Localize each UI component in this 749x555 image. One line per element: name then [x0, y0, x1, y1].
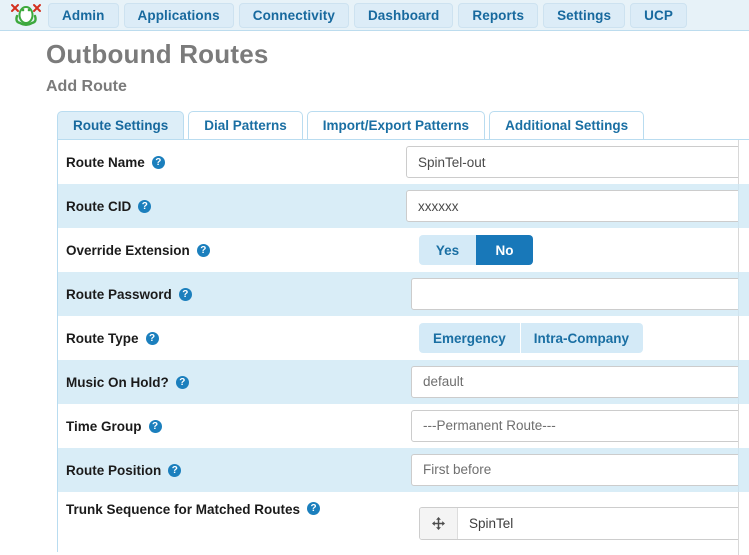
route-type-label-text: Route Type — [66, 330, 139, 346]
freepbx-frog-logo[interactable] — [4, 1, 48, 30]
label-route-name: Route Name ? — [64, 155, 406, 170]
route-type-toggle: Emergency Intra-Company — [419, 323, 644, 354]
override-extension-yes[interactable]: Yes — [419, 235, 476, 266]
label-route-password: Route Password ? — [64, 287, 406, 302]
page-title: Outbound Routes — [46, 39, 269, 69]
label-route-cid: Route CID ? — [64, 199, 406, 214]
form-row-route-password: Route Password ? — [58, 272, 749, 317]
music-on-hold-label-text: Music On Hold? — [66, 374, 169, 390]
navbar-items: Admin Applications Connectivity Dashboar… — [48, 2, 687, 28]
nav-item-ucp[interactable]: UCP — [630, 2, 687, 28]
route-name-label-text: Route Name — [66, 154, 145, 170]
route-settings-form: Route Name ? Route CID ? Override Extens… — [57, 139, 749, 553]
form-row-override-extension: Override Extension ? Yes No — [58, 228, 749, 272]
form-row-route-type: Route Type ? Emergency Intra-Company — [58, 316, 749, 360]
route-password-label-text: Route Password — [66, 286, 172, 302]
form-row-music-on-hold: Music On Hold? ? default — [58, 360, 749, 405]
nav-item-settings[interactable]: Settings — [543, 2, 626, 28]
help-icon[interactable]: ? — [178, 287, 192, 301]
route-position-select[interactable]: First before — [411, 454, 749, 487]
top-navbar: Admin Applications Connectivity Dashboar… — [0, 0, 749, 31]
nav-item-applications[interactable]: Applications — [123, 2, 234, 28]
help-icon[interactable]: ? — [148, 419, 162, 433]
time-group-select[interactable]: ---Permanent Route--- — [411, 410, 749, 443]
route-type-emergency[interactable]: Emergency — [419, 323, 520, 354]
label-route-position: Route Position ? — [64, 463, 406, 478]
trunk-sequence-value: SpinTel — [469, 516, 514, 532]
form-row-time-group: Time Group ? ---Permanent Route--- — [58, 404, 749, 448]
label-route-type: Route Type ? — [64, 331, 406, 346]
arrows-move-icon[interactable] — [420, 508, 458, 540]
nav-item-dashboard[interactable]: Dashboard — [353, 2, 454, 28]
help-icon[interactable]: ? — [168, 463, 182, 477]
help-icon[interactable]: ? — [175, 375, 189, 389]
route-cid-input[interactable] — [406, 190, 749, 223]
help-icon[interactable]: ? — [145, 331, 159, 345]
tab-import-export-patterns[interactable]: Import/Export Patterns — [306, 111, 486, 140]
help-icon[interactable]: ? — [196, 243, 210, 257]
tab-dial-patterns[interactable]: Dial Patterns — [188, 111, 303, 140]
nav-item-reports[interactable]: Reports — [458, 2, 539, 28]
label-trunk-sequence: Trunk Sequence for Matched Routes ? — [64, 494, 406, 517]
label-override-extension: Override Extension ? — [64, 243, 406, 258]
help-icon[interactable]: ? — [151, 155, 165, 169]
form-row-route-name: Route Name ? — [58, 140, 749, 184]
page-subtitle: Add Route — [46, 77, 127, 95]
help-icon[interactable]: ? — [138, 199, 152, 213]
nav-item-admin[interactable]: Admin — [48, 2, 119, 28]
time-group-label-text: Time Group — [66, 418, 142, 434]
route-password-input[interactable] — [411, 278, 749, 311]
route-type-intra-company[interactable]: Intra-Company — [519, 323, 644, 354]
route-cid-label-text: Route CID — [66, 198, 132, 214]
trunk-sequence-label-text: Trunk Sequence for Matched Routes — [66, 502, 301, 518]
nav-item-connectivity[interactable]: Connectivity — [238, 2, 349, 28]
form-row-trunk-sequence: Trunk Sequence for Matched Routes ? Spin… — [58, 492, 749, 552]
override-extension-no[interactable]: No — [476, 235, 533, 266]
label-time-group: Time Group ? — [64, 419, 406, 434]
tab-bar: Route Settings Dial Patterns Import/Expo… — [0, 111, 749, 140]
form-row-route-position: Route Position ? First before — [58, 448, 749, 493]
page-header: Outbound Routes Add Route — [0, 31, 749, 95]
route-position-label-text: Route Position — [66, 462, 162, 478]
form-row-route-cid: Route CID ? — [58, 184, 749, 229]
tab-route-settings[interactable]: Route Settings — [57, 111, 185, 140]
route-name-input[interactable] — [406, 146, 749, 179]
label-music-on-hold: Music On Hold? ? — [64, 375, 406, 390]
override-extension-toggle: Yes No — [419, 235, 533, 266]
tab-additional-settings[interactable]: Additional Settings — [489, 111, 645, 140]
music-on-hold-select[interactable]: default — [411, 366, 749, 399]
override-extension-label-text: Override Extension — [66, 242, 190, 258]
trunk-sequence-item[interactable]: SpinTel — [419, 507, 749, 541]
help-icon[interactable]: ? — [307, 502, 321, 516]
